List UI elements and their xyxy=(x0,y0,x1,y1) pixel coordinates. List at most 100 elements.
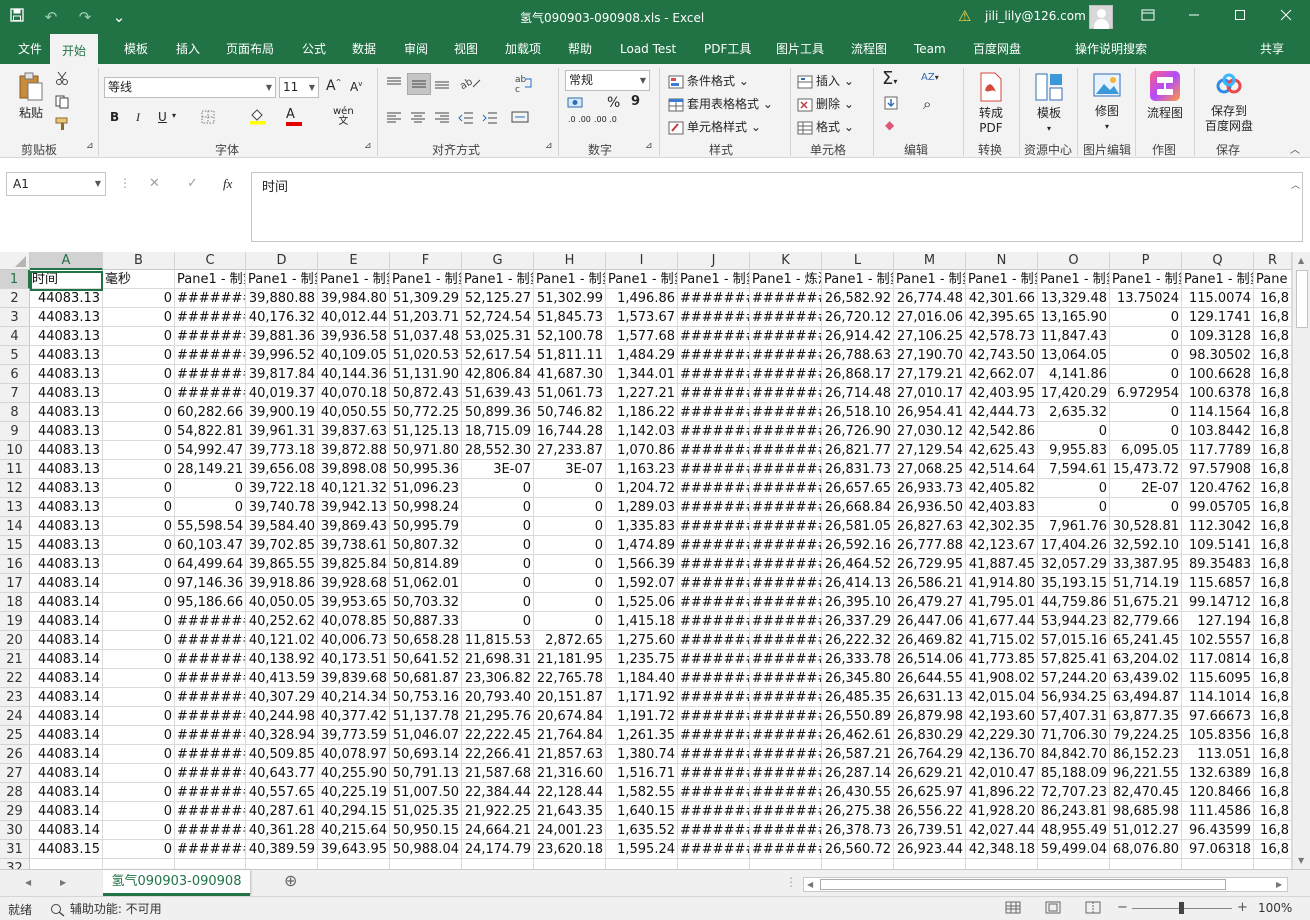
cell-G14[interactable]: 0 xyxy=(462,517,534,536)
cell-D26[interactable]: 40,509.85 xyxy=(246,745,318,764)
cell-B5[interactable]: 0 xyxy=(103,346,175,365)
cell-F4[interactable]: 51,037.48 xyxy=(390,327,462,346)
tab-11[interactable]: Load Test xyxy=(620,34,676,64)
cell-R29[interactable]: 16,8 xyxy=(1254,802,1292,821)
cell-F10[interactable]: 50,971.80 xyxy=(390,441,462,460)
cell-P32[interactable] xyxy=(1110,859,1182,869)
column-header-C[interactable]: C xyxy=(175,252,246,270)
cell-C20[interactable]: ####### xyxy=(175,631,246,650)
percent-button[interactable]: % xyxy=(607,95,620,111)
cell-O2[interactable]: 13,329.48 xyxy=(1038,289,1110,308)
cell-A28[interactable]: 44083.14 xyxy=(30,783,103,802)
cell-K1[interactable]: Pane1 - 炼油 xyxy=(750,270,822,289)
cell-M17[interactable]: 26,586.21 xyxy=(894,574,966,593)
cell-L12[interactable]: 26,657.65 xyxy=(822,479,894,498)
cell-H1[interactable]: Pane1 - 制氢 xyxy=(534,270,606,289)
row-header[interactable]: 11 xyxy=(0,460,30,479)
cell-C12[interactable]: 0 xyxy=(175,479,246,498)
cell-F6[interactable]: 51,131.90 xyxy=(390,365,462,384)
cell-N6[interactable]: 42,662.07 xyxy=(966,365,1038,384)
cell-H16[interactable]: 0 xyxy=(534,555,606,574)
cell-Q1[interactable]: Pane1 - 制氢 xyxy=(1182,270,1254,289)
cell-B25[interactable]: 0 xyxy=(103,726,175,745)
cell-Q14[interactable]: 112.3042 xyxy=(1182,517,1254,536)
cell-F21[interactable]: 50,641.52 xyxy=(390,650,462,669)
cell-E8[interactable]: 40,050.55 xyxy=(318,403,390,422)
row-header[interactable]: 27 xyxy=(0,764,30,783)
cell-R14[interactable]: 16,8 xyxy=(1254,517,1292,536)
row-header[interactable]: 26 xyxy=(0,745,30,764)
zoom-slider-thumb[interactable] xyxy=(1179,902,1184,914)
cell-M21[interactable]: 26,514.06 xyxy=(894,650,966,669)
cell-I32[interactable] xyxy=(606,859,678,869)
cell-I31[interactable]: 1,595.24 xyxy=(606,840,678,859)
cell-J1[interactable]: Pane1 - 制氢 xyxy=(678,270,750,289)
cell-E2[interactable]: 39,984.80 xyxy=(318,289,390,308)
paste-button[interactable]: 粘贴 xyxy=(14,72,48,121)
cell-Q12[interactable]: 120.4762 xyxy=(1182,479,1254,498)
cell-C23[interactable]: ####### xyxy=(175,688,246,707)
cell-B6[interactable]: 0 xyxy=(103,365,175,384)
cell-styles-button[interactable]: 单元格样式 ⌄ xyxy=(668,118,761,135)
cell-C26[interactable]: ####### xyxy=(175,745,246,764)
cell-M4[interactable]: 27,106.25 xyxy=(894,327,966,346)
cell-M32[interactable] xyxy=(894,859,966,869)
wrap-text-icon[interactable]: ab c xyxy=(515,73,533,96)
cell-E27[interactable]: 40,255.90 xyxy=(318,764,390,783)
cell-A29[interactable]: 44083.14 xyxy=(30,802,103,821)
cell-Q32[interactable] xyxy=(1182,859,1254,869)
cell-B9[interactable]: 0 xyxy=(103,422,175,441)
cell-R22[interactable]: 16,8 xyxy=(1254,669,1292,688)
cell-M20[interactable]: 26,469.82 xyxy=(894,631,966,650)
zoom-in-button[interactable]: + xyxy=(1237,900,1248,915)
cell-H15[interactable]: 0 xyxy=(534,536,606,555)
cell-O5[interactable]: 13,064.05 xyxy=(1038,346,1110,365)
row-header[interactable]: 30 xyxy=(0,821,30,840)
autosum-button[interactable]: Σ▾ xyxy=(882,68,897,89)
cell-C8[interactable]: 60,282.66 xyxy=(175,403,246,422)
scroll-right-icon[interactable]: ▶ xyxy=(1276,880,1282,889)
expand-formula-bar-icon[interactable]: ︿ xyxy=(1291,178,1300,191)
cell-E5[interactable]: 40,109.05 xyxy=(318,346,390,365)
cell-A1[interactable]: 时间 xyxy=(30,270,103,289)
cell-I8[interactable]: 1,186.22 xyxy=(606,403,678,422)
row-header[interactable]: 18 xyxy=(0,593,30,612)
cell-M23[interactable]: 26,631.13 xyxy=(894,688,966,707)
column-header-M[interactable]: M xyxy=(894,252,966,270)
cell-E10[interactable]: 39,872.88 xyxy=(318,441,390,460)
cell-G12[interactable]: 0 xyxy=(462,479,534,498)
cell-A5[interactable]: 44083.13 xyxy=(30,346,103,365)
cell-I18[interactable]: 1,525.06 xyxy=(606,593,678,612)
cell-D3[interactable]: 40,176.32 xyxy=(246,308,318,327)
cell-D23[interactable]: 40,307.29 xyxy=(246,688,318,707)
column-header-A[interactable]: A xyxy=(30,252,103,270)
cell-L5[interactable]: 26,788.63 xyxy=(822,346,894,365)
cell-L20[interactable]: 26,222.32 xyxy=(822,631,894,650)
tab-17[interactable]: 操作说明搜索 xyxy=(1075,34,1147,64)
tab-16[interactable]: 百度网盘 xyxy=(973,34,1021,64)
column-header-L[interactable]: L xyxy=(822,252,894,270)
cell-K4[interactable]: ####### xyxy=(750,327,822,346)
cell-O30[interactable]: 48,955.49 xyxy=(1038,821,1110,840)
cell-P18[interactable]: 51,675.21 xyxy=(1110,593,1182,612)
cell-E25[interactable]: 39,773.59 xyxy=(318,726,390,745)
cell-D1[interactable]: Pane1 - 制氢 xyxy=(246,270,318,289)
cell-C13[interactable]: 0 xyxy=(175,498,246,517)
cell-Q16[interactable]: 89.35483 xyxy=(1182,555,1254,574)
cell-D25[interactable]: 40,328.94 xyxy=(246,726,318,745)
cell-R5[interactable]: 16,8 xyxy=(1254,346,1292,365)
ribbon-display-options-button[interactable] xyxy=(1125,0,1171,34)
cell-N9[interactable]: 42,542.86 xyxy=(966,422,1038,441)
cell-D6[interactable]: 39,817.84 xyxy=(246,365,318,384)
column-header-P[interactable]: P xyxy=(1110,252,1182,270)
cell-G26[interactable]: 22,266.41 xyxy=(462,745,534,764)
merge-center-icon[interactable] xyxy=(511,110,533,127)
cell-N18[interactable]: 41,795.01 xyxy=(966,593,1038,612)
cell-I3[interactable]: 1,573.67 xyxy=(606,308,678,327)
row-header[interactable]: 5 xyxy=(0,346,30,365)
enter-icon[interactable]: ✓ xyxy=(187,176,198,191)
cell-O20[interactable]: 57,015.16 xyxy=(1038,631,1110,650)
cell-I11[interactable]: 1,163.23 xyxy=(606,460,678,479)
tab-6[interactable]: 数据 xyxy=(352,34,376,64)
cell-H12[interactable]: 0 xyxy=(534,479,606,498)
